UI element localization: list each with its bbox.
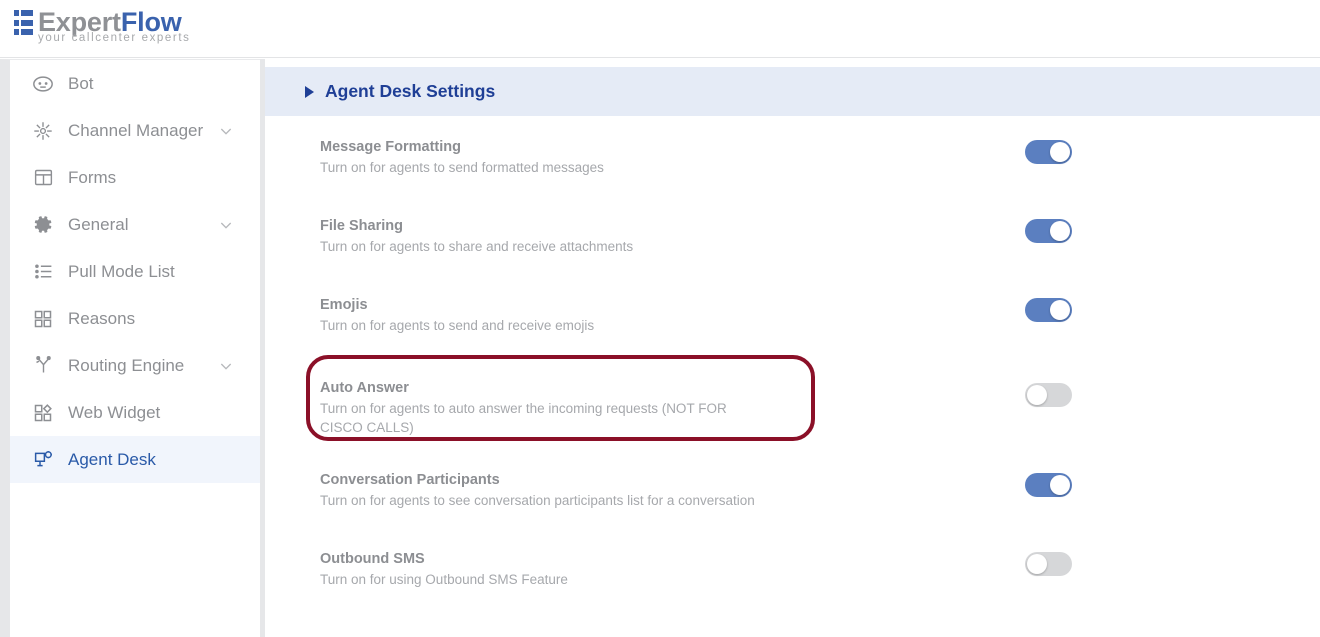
sidebar-item-label: Pull Mode List — [68, 262, 175, 282]
sidebar-item-bot[interactable]: Bot — [10, 60, 260, 107]
setting-row-conversation-participants: Conversation Participants Turn on for ag… — [265, 449, 1320, 528]
setting-title: Emojis — [320, 274, 1320, 314]
setting-title: File Sharing — [320, 195, 1320, 235]
toggle-knob — [1027, 554, 1047, 574]
setting-description: Turn on for agents to see conversation p… — [320, 491, 840, 510]
toggle-file-sharing[interactable] — [1025, 219, 1072, 243]
setting-description: Turn on for using Outbound SMS Feature — [320, 570, 740, 589]
triangle-right-icon[interactable] — [305, 86, 314, 98]
chevron-down-icon[interactable] — [218, 217, 234, 233]
setting-title: Auto Answer — [320, 353, 1320, 397]
setting-description: Turn on for agents to send formatted mes… — [320, 158, 740, 177]
content-area: Agent Desk Settings Message Formatting T… — [265, 59, 1320, 637]
forms-icon — [30, 165, 56, 191]
page-title: Agent Desk Settings — [325, 81, 495, 102]
grid-squares-icon — [30, 306, 56, 332]
setting-description: Turn on for agents to share and receive … — [320, 237, 740, 256]
toggle-auto-answer[interactable] — [1025, 383, 1072, 407]
app-root: ExpertFlow your callcenter experts Bot — [0, 0, 1320, 637]
sidebar-item-agent-desk[interactable]: Agent Desk — [10, 436, 260, 483]
sidebar-item-channel-manager[interactable]: Channel Manager — [10, 107, 260, 154]
sidebar-item-label: Reasons — [68, 309, 135, 329]
sidebar-item-routing-engine[interactable]: Routing Engine — [10, 342, 260, 389]
sidebar-item-label: Forms — [68, 168, 116, 188]
sidebar-item-label: Web Widget — [68, 403, 160, 423]
toggle-conversation-participants[interactable] — [1025, 473, 1072, 497]
grid-blocks-icon — [14, 10, 36, 35]
chevron-down-icon[interactable] — [218, 123, 234, 139]
setting-row-emojis: Emojis Turn on for agents to send and re… — [265, 274, 1320, 353]
routing-branch-icon — [30, 353, 56, 379]
sidebar-item-label: General — [68, 215, 128, 235]
monitor-gear-icon — [30, 447, 56, 473]
toggle-emojis[interactable] — [1025, 298, 1072, 322]
sidebar-item-label: Bot — [68, 74, 94, 94]
sidebar-item-label: Routing Engine — [68, 356, 184, 376]
bot-icon — [30, 71, 56, 97]
toggle-knob — [1050, 221, 1070, 241]
setting-description: Turn on for agents to auto answer the in… — [320, 399, 740, 437]
sidebar-item-label: Channel Manager — [68, 121, 203, 141]
setting-title: Conversation Participants — [320, 449, 1320, 489]
toggle-knob — [1050, 300, 1070, 320]
widget-icon — [30, 400, 56, 426]
list-icon — [30, 259, 56, 285]
toggle-knob — [1050, 142, 1070, 162]
toggle-outbound-sms[interactable] — [1025, 552, 1072, 576]
setting-row-file-sharing: File Sharing Turn on for agents to share… — [265, 195, 1320, 274]
toggle-knob — [1050, 475, 1070, 495]
sidebar-item-forms[interactable]: Forms — [10, 154, 260, 201]
toggle-message-formatting[interactable] — [1025, 140, 1072, 164]
sidebar-item-web-widget[interactable]: Web Widget — [10, 389, 260, 436]
setting-title: Outbound SMS — [320, 528, 1320, 568]
sidebar-item-pull-mode-list[interactable]: Pull Mode List — [10, 248, 260, 295]
setting-description: Turn on for agents to send and receive e… — [320, 316, 740, 335]
setting-row-message-formatting: Message Formatting Turn on for agents to… — [265, 116, 1320, 195]
setting-row-auto-answer: Auto Answer Turn on for agents to auto a… — [265, 353, 1320, 449]
sidebar-item-label: Agent Desk — [68, 450, 156, 470]
brand-tagline: your callcenter experts — [38, 32, 191, 44]
setting-title: Message Formatting — [320, 116, 1320, 156]
top-bar: ExpertFlow your callcenter experts — [0, 0, 1320, 58]
panel-header[interactable]: Agent Desk Settings — [265, 67, 1320, 116]
chevron-down-icon[interactable] — [218, 358, 234, 374]
settings-list: Message Formatting Turn on for agents to… — [265, 116, 1320, 607]
sidebar-item-reasons[interactable]: Reasons — [10, 295, 260, 342]
gear-icon — [30, 212, 56, 238]
setting-row-outbound-sms: Outbound SMS Turn on for using Outbound … — [265, 528, 1320, 607]
toggle-knob — [1027, 385, 1047, 405]
channel-manager-icon — [30, 118, 56, 144]
sidebar-item-general[interactable]: General — [10, 201, 260, 248]
sidebar: Bot Channel Manager Forms — [0, 59, 260, 637]
